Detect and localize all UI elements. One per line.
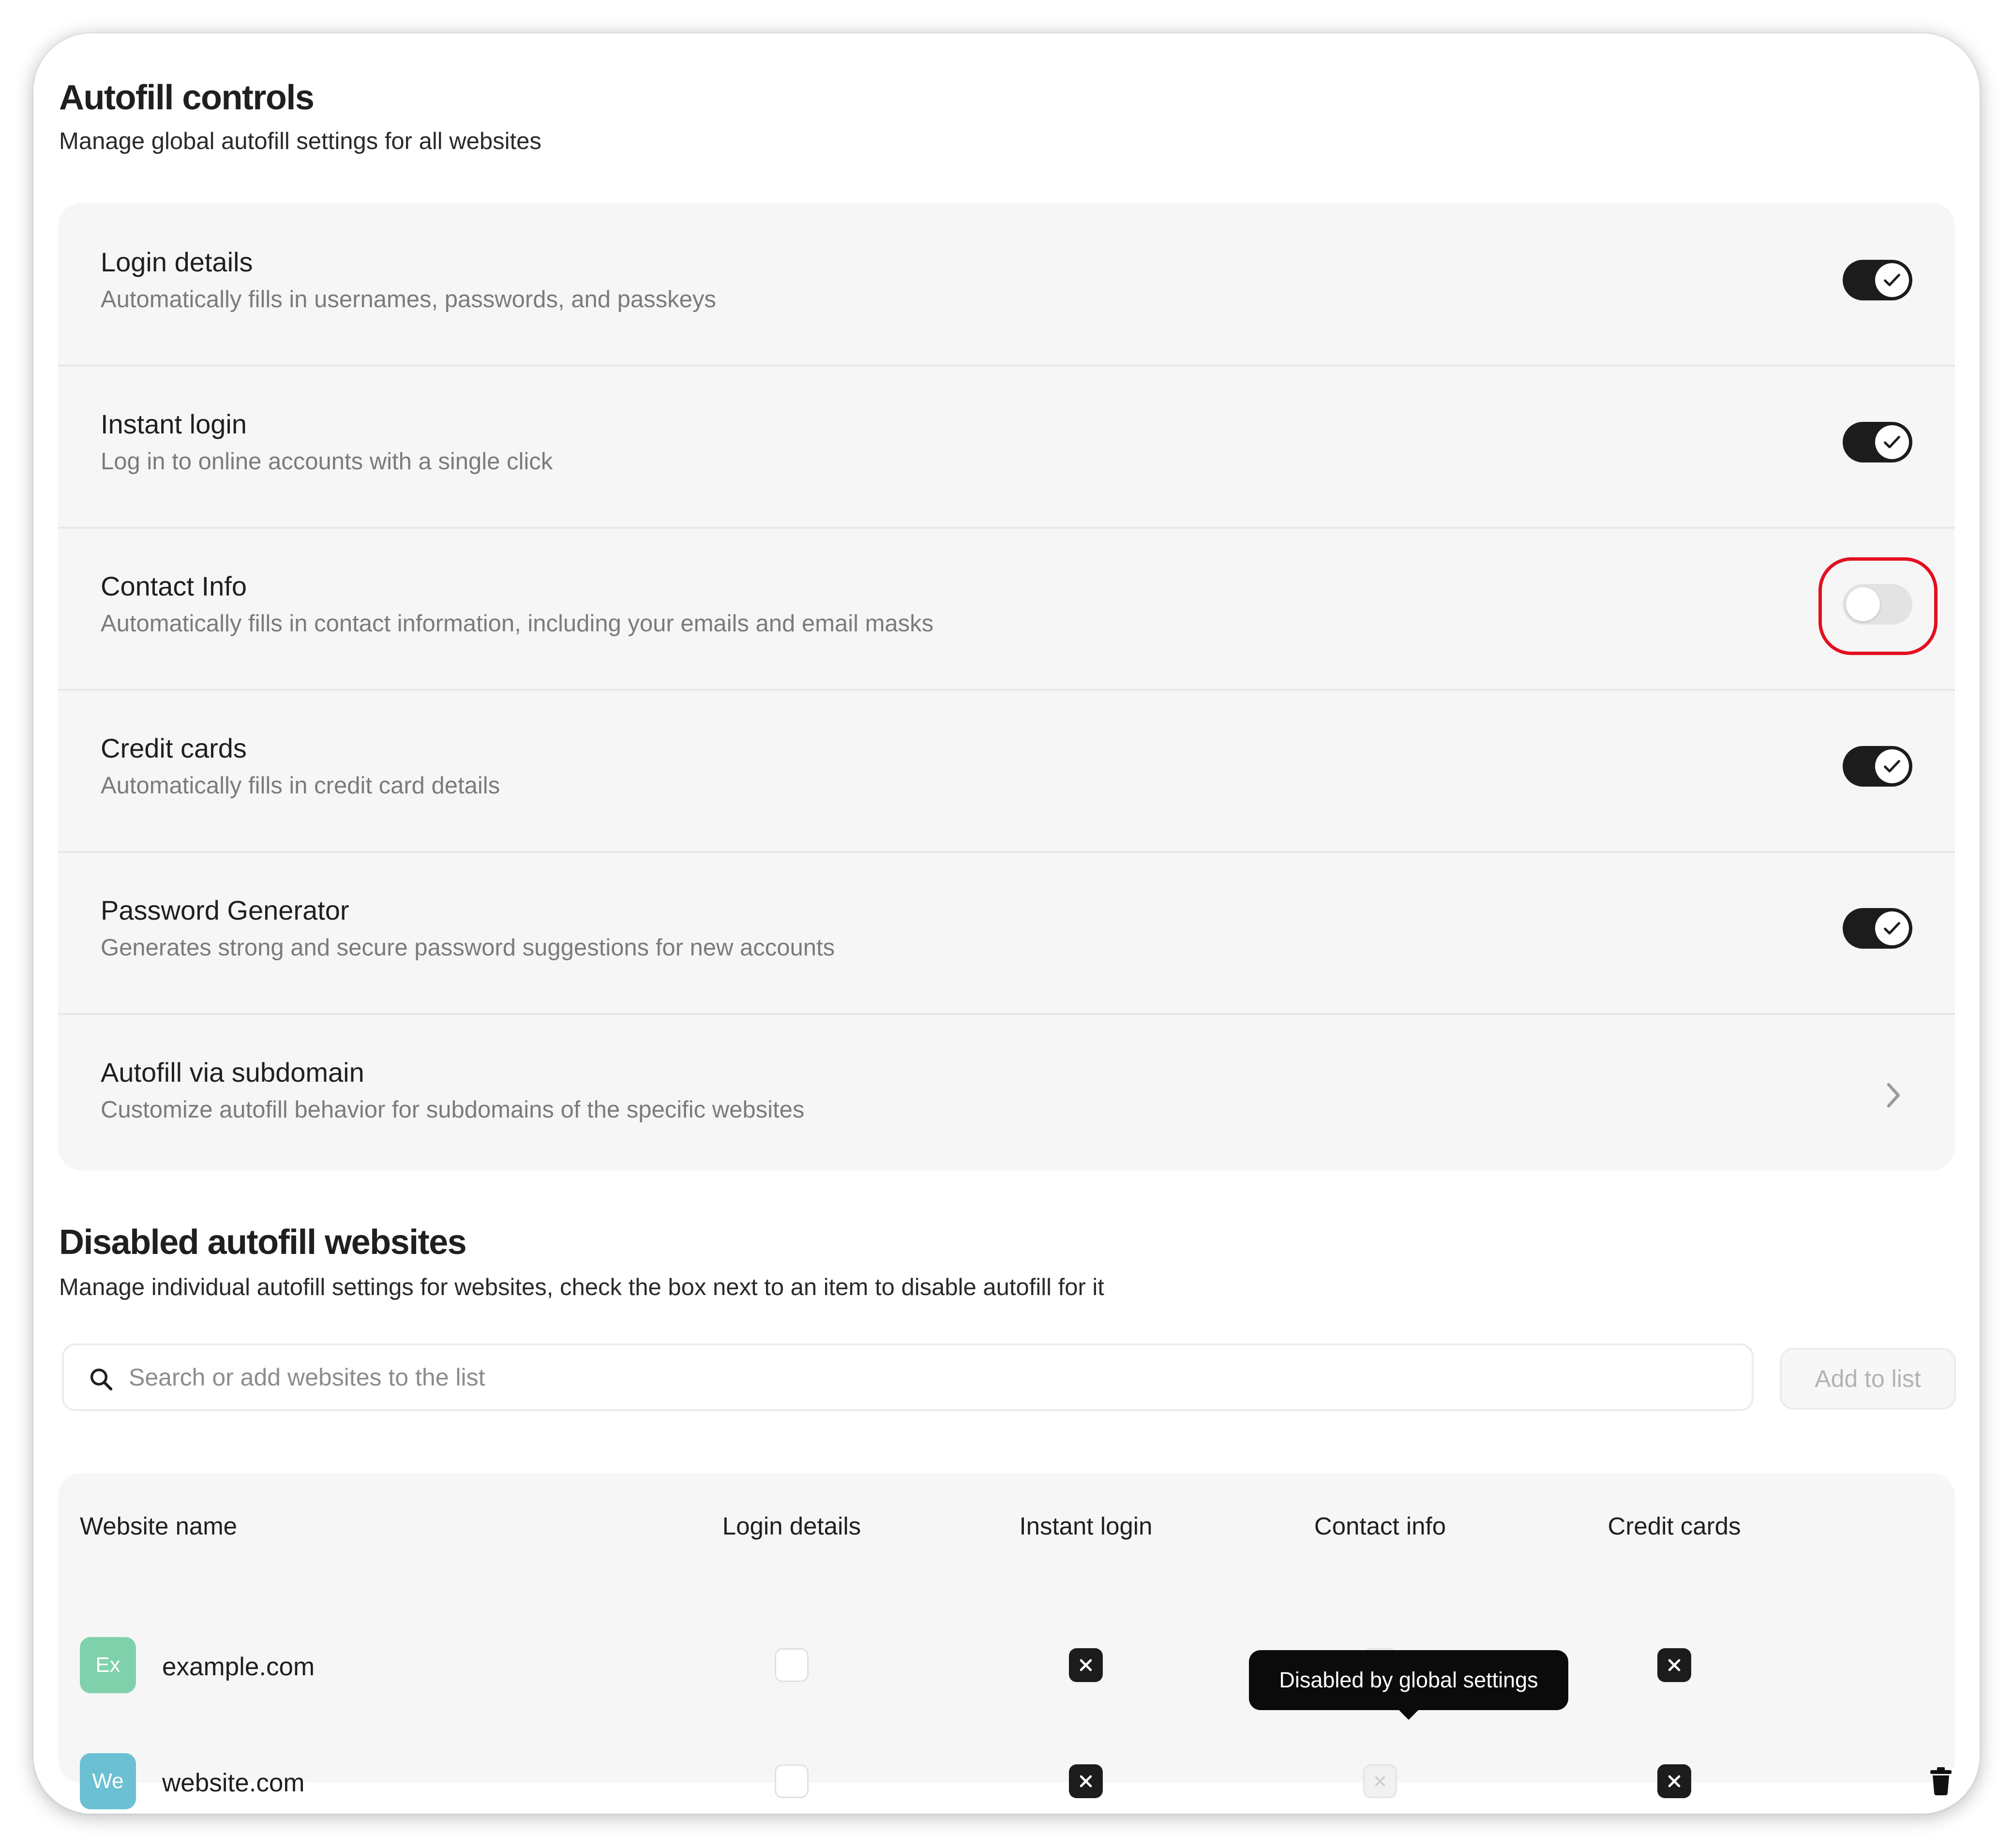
credit-cards-checkbox[interactable] bbox=[1657, 1764, 1691, 1798]
toggle-knob bbox=[1875, 911, 1909, 945]
table-row: Ex example.com bbox=[58, 1623, 1955, 1710]
table-row: We website.com bbox=[58, 1739, 1955, 1814]
search-icon bbox=[90, 1368, 113, 1391]
contact-info-checkbox bbox=[1363, 1764, 1397, 1798]
toggle-knob bbox=[1875, 749, 1909, 783]
setting-description: Generates strong and secure password sug… bbox=[101, 935, 835, 961]
credit-cards-checkbox[interactable] bbox=[1657, 1648, 1691, 1682]
setting-description: Log in to online accounts with a single … bbox=[101, 448, 553, 475]
autofill-settings-panel: Login details Automatically fills in use… bbox=[58, 203, 1955, 1170]
x-icon bbox=[1668, 1659, 1681, 1671]
column-header-website-name: Website name bbox=[80, 1512, 238, 1540]
tooltip-disabled-by-global: Disabled by global settings bbox=[1249, 1650, 1568, 1720]
add-to-list-button[interactable]: Add to list bbox=[1780, 1348, 1956, 1410]
autofill-controls-subtitle: Manage global autofill settings for all … bbox=[59, 128, 541, 154]
chevron-right-icon[interactable] bbox=[1883, 1081, 1904, 1110]
setting-row-instant-login: Instant login Log in to online accounts … bbox=[58, 365, 1955, 529]
login-details-checkbox[interactable] bbox=[775, 1648, 809, 1682]
setting-row-autofill-subdomain[interactable]: Autofill via subdomain Customize autofil… bbox=[58, 1013, 1955, 1175]
setting-description: Automatically fills in usernames, passwo… bbox=[101, 286, 716, 313]
setting-description: Customize autofill behavior for subdomai… bbox=[101, 1097, 805, 1123]
setting-row-contact-info: Contact Info Automatically fills in cont… bbox=[58, 527, 1955, 691]
setting-title: Contact Info bbox=[101, 571, 247, 601]
trash-icon[interactable] bbox=[1929, 1766, 1953, 1795]
column-header-login-details: Login details bbox=[722, 1512, 861, 1540]
contact-info-toggle[interactable] bbox=[1843, 584, 1912, 625]
settings-card: Autofill controls Manage global autofill… bbox=[33, 33, 1980, 1814]
check-icon bbox=[1884, 760, 1900, 773]
instant-login-toggle[interactable] bbox=[1843, 422, 1912, 462]
x-icon bbox=[1080, 1775, 1092, 1788]
search-field[interactable] bbox=[62, 1343, 1754, 1411]
websites-table: Website name Login details Instant login… bbox=[58, 1473, 1955, 1809]
credit-cards-toggle[interactable] bbox=[1843, 746, 1912, 787]
setting-title: Login details bbox=[101, 247, 253, 277]
website-name: example.com bbox=[162, 1653, 315, 1681]
check-icon bbox=[1884, 273, 1900, 286]
setting-description: Automatically fills in credit card detai… bbox=[101, 773, 500, 799]
login-details-toggle[interactable] bbox=[1843, 260, 1912, 300]
check-icon bbox=[1884, 922, 1900, 935]
toggle-knob bbox=[1875, 425, 1909, 459]
setting-title: Credit cards bbox=[101, 733, 247, 763]
toggle-knob bbox=[1846, 587, 1880, 621]
column-header-instant-login: Instant login bbox=[1019, 1512, 1153, 1540]
setting-title: Instant login bbox=[101, 409, 247, 439]
instant-login-checkbox[interactable] bbox=[1069, 1764, 1103, 1798]
setting-row-password-generator: Password Generator Generates strong and … bbox=[58, 851, 1955, 1015]
password-generator-toggle[interactable] bbox=[1843, 908, 1912, 949]
disabled-sites-title: Disabled autofill websites bbox=[59, 1223, 467, 1262]
setting-title: Autofill via subdomain bbox=[101, 1057, 364, 1088]
x-icon bbox=[1375, 1776, 1385, 1787]
setting-row-credit-cards: Credit cards Automatically fills in cred… bbox=[58, 689, 1955, 853]
setting-row-login-details: Login details Automatically fills in use… bbox=[58, 203, 1955, 367]
instant-login-checkbox[interactable] bbox=[1069, 1648, 1103, 1682]
check-icon bbox=[1884, 435, 1900, 448]
x-icon bbox=[1668, 1775, 1681, 1788]
disabled-sites-subtitle: Manage individual autofill settings for … bbox=[59, 1274, 1104, 1300]
avatar: We bbox=[80, 1753, 136, 1809]
setting-title: Password Generator bbox=[101, 895, 349, 925]
website-name: website.com bbox=[162, 1769, 305, 1797]
column-header-credit-cards: Credit cards bbox=[1607, 1512, 1741, 1540]
toggle-knob bbox=[1875, 263, 1909, 297]
column-header-contact-info: Contact info bbox=[1314, 1512, 1446, 1540]
x-icon bbox=[1080, 1659, 1092, 1671]
setting-description: Automatically fills in contact informati… bbox=[101, 611, 934, 637]
avatar: Ex bbox=[80, 1637, 136, 1693]
search-input[interactable] bbox=[129, 1345, 1726, 1409]
login-details-checkbox[interactable] bbox=[775, 1764, 809, 1798]
autofill-controls-title: Autofill controls bbox=[59, 78, 315, 117]
